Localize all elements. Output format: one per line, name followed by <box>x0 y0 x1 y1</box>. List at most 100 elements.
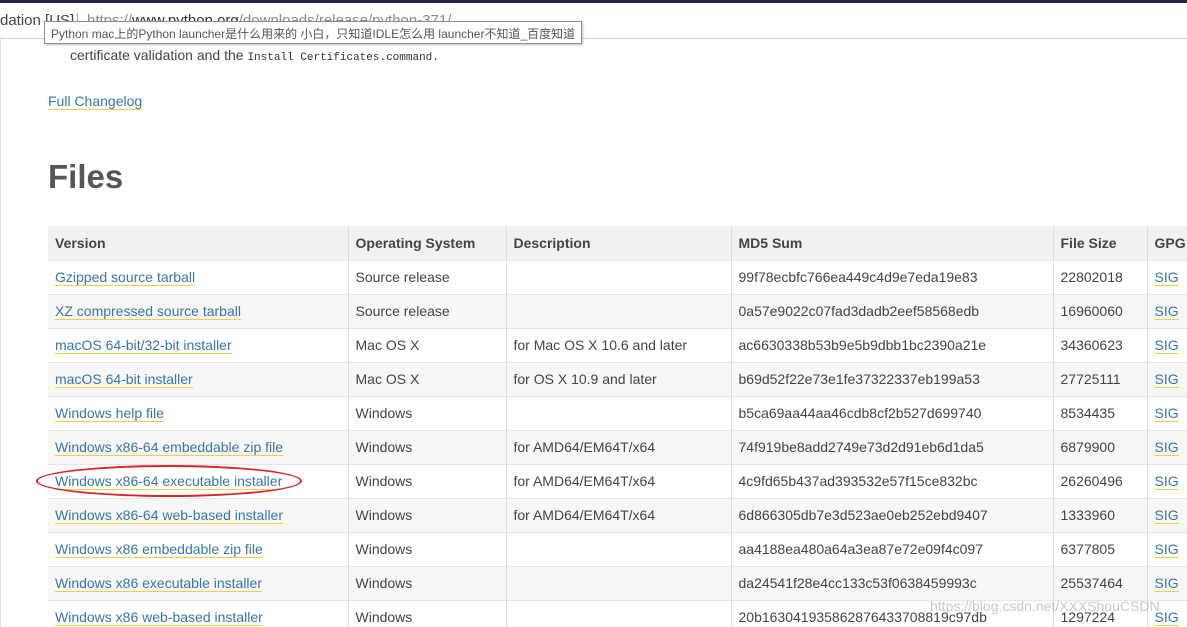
gpg-cell: SIG <box>1147 463 1187 498</box>
download-link[interactable]: Windows x86 web-based installer <box>55 609 263 627</box>
sig-link[interactable]: SIG <box>1154 575 1179 592</box>
table-row: Windows help file Windows b5ca69aa44aa46… <box>48 395 1187 430</box>
sig-link[interactable]: SIG <box>1154 337 1179 354</box>
header-gpg: GPG <box>1147 226 1187 260</box>
os-cell: Windows <box>348 531 507 566</box>
sig-link[interactable]: SIG <box>1154 439 1179 456</box>
table-row: Windows x86-64 web-based installer Windo… <box>48 497 1187 532</box>
version-cell: Windows x86 embeddable zip file <box>48 531 349 566</box>
md5-cell: 6d866305db7e3d523ae0eb252ebd9407 <box>731 497 1054 532</box>
gpg-cell: SIG <box>1147 429 1187 464</box>
md5-cell: 4c9fd65b437ad393532e57f15ce832bc <box>731 463 1054 498</box>
download-link[interactable]: macOS 64-bit installer <box>55 371 193 388</box>
download-link[interactable]: Windows x86 executable installer <box>55 575 262 592</box>
file-size-cell: 1333960 <box>1053 497 1148 532</box>
table-row: Windows x86-64 executable installer Wind… <box>48 463 1187 498</box>
description-cell <box>506 259 732 294</box>
sig-link[interactable]: SIG <box>1154 405 1179 422</box>
file-size-cell: 25537464 <box>1053 565 1148 600</box>
version-cell: XZ compressed source tarball <box>48 293 349 328</box>
md5-cell: aa4188ea480a64a3ea87e72e09f4c097 <box>731 531 1054 566</box>
sig-link[interactable]: SIG <box>1154 507 1179 524</box>
file-size-cell: 6377805 <box>1053 531 1148 566</box>
table-header-row: Version Operating System Description MD5… <box>48 226 1187 260</box>
sig-link[interactable]: SIG <box>1154 371 1179 388</box>
version-cell: macOS 64-bit/32-bit installer <box>48 327 349 362</box>
download-link[interactable]: Windows help file <box>55 405 164 422</box>
files-table: Version Operating System Description MD5… <box>48 226 1187 627</box>
os-cell: Windows <box>348 395 507 430</box>
version-cell: Windows help file <box>48 395 349 430</box>
files-heading: Files <box>48 158 124 195</box>
certificate-command: Install Certificates.command. <box>247 52 439 64</box>
file-size-cell: 27725111 <box>1053 361 1148 396</box>
header-version: Version <box>48 226 349 260</box>
description-cell <box>506 531 732 566</box>
os-cell: Windows <box>348 599 507 627</box>
download-link[interactable]: Windows x86-64 web-based installer <box>55 507 283 524</box>
description-cell: for AMD64/EM64T/x64 <box>506 463 732 498</box>
version-cell: Windows x86 executable installer <box>48 565 349 600</box>
table-row: XZ compressed source tarball Source rele… <box>48 293 1187 328</box>
md5-cell: 74f919be8add2749e73d2d91eb6d1da5 <box>731 429 1054 464</box>
version-cell: Windows x86 web-based installer <box>48 599 349 627</box>
os-cell: Source release <box>348 259 507 294</box>
os-cell: Windows <box>348 497 507 532</box>
os-cell: Windows <box>348 429 507 464</box>
sig-link[interactable]: SIG <box>1154 269 1179 286</box>
header-md5: MD5 Sum <box>731 226 1054 260</box>
version-cell: Windows x86-64 web-based installer <box>48 497 349 532</box>
table-row: macOS 64-bit installer Mac OS X for OS X… <box>48 361 1187 396</box>
file-size-cell: 26260496 <box>1053 463 1148 498</box>
md5-cell: 99f78ecbfc766ea449c4d9e7eda19e83 <box>731 259 1054 294</box>
table-row: macOS 64-bit/32-bit installer Mac OS X f… <box>48 327 1187 362</box>
file-size-cell: 8534435 <box>1053 395 1148 430</box>
header-description: Description <box>506 226 732 260</box>
sig-link[interactable]: SIG <box>1154 473 1179 490</box>
description-cell <box>506 599 732 627</box>
gpg-cell: SIG <box>1147 293 1187 328</box>
version-cell: macOS 64-bit installer <box>48 361 349 396</box>
description-cell <box>506 293 732 328</box>
download-link[interactable]: Windows x86-64 embeddable zip file <box>55 439 284 456</box>
os-cell: Windows <box>348 565 507 600</box>
file-size-cell: 6879900 <box>1053 429 1148 464</box>
gpg-cell: SIG <box>1147 327 1187 362</box>
os-cell: Mac OS X <box>348 361 507 396</box>
certificate-note: certificate validation and the Install C… <box>70 47 439 64</box>
md5-cell: b69d52f22e73e1fe37322337eb199a53 <box>731 361 1054 396</box>
md5-cell: ac6630338b53b9e5b9dbb1bc2390a21e <box>731 327 1054 362</box>
table-row: Gzipped source tarball Source release 99… <box>48 259 1187 294</box>
download-link[interactable]: XZ compressed source tarball <box>55 303 241 320</box>
description-cell <box>506 395 732 430</box>
sig-link[interactable]: SIG <box>1154 303 1179 320</box>
header-os: Operating System <box>348 226 507 260</box>
table-row: Windows x86 executable installer Windows… <box>48 565 1187 600</box>
gpg-cell: SIG <box>1147 361 1187 396</box>
gpg-cell: SIG <box>1147 531 1187 566</box>
version-cell: Windows x86-64 embeddable zip file <box>48 429 349 464</box>
download-link[interactable]: Gzipped source tarball <box>55 269 196 286</box>
tab-tooltip: Python mac上的Python launcher是什么用来的 小白，只知道… <box>44 21 583 44</box>
watermark: https://blog.csdn.net/XXXShouCSDN <box>930 598 1160 614</box>
version-cell: Gzipped source tarball <box>48 259 349 294</box>
full-changelog-link[interactable]: Full Changelog <box>48 93 143 110</box>
file-size-cell: 22802018 <box>1053 259 1148 294</box>
table-row: Windows x86 embeddable zip file Windows … <box>48 531 1187 566</box>
download-link[interactable]: macOS 64-bit/32-bit installer <box>55 337 232 354</box>
description-cell <box>506 565 732 600</box>
gpg-cell: SIG <box>1147 497 1187 532</box>
md5-cell: da24541f28e4cc133c53f0638459993c <box>731 565 1054 600</box>
file-size-cell: 34360623 <box>1053 327 1148 362</box>
content-left-border <box>0 39 1 627</box>
os-cell: Source release <box>348 293 507 328</box>
sig-link[interactable]: SIG <box>1154 541 1179 558</box>
gpg-cell: SIG <box>1147 395 1187 430</box>
description-cell: for Mac OS X 10.6 and later <box>506 327 732 362</box>
os-cell: Windows <box>348 463 507 498</box>
download-link[interactable]: Windows x86 embeddable zip file <box>55 541 263 558</box>
download-link[interactable]: Windows x86-64 executable installer <box>55 473 283 490</box>
os-cell: Mac OS X <box>348 327 507 362</box>
header-file-size: File Size <box>1053 226 1148 260</box>
certificate-note-text: certificate validation and the <box>70 47 244 63</box>
